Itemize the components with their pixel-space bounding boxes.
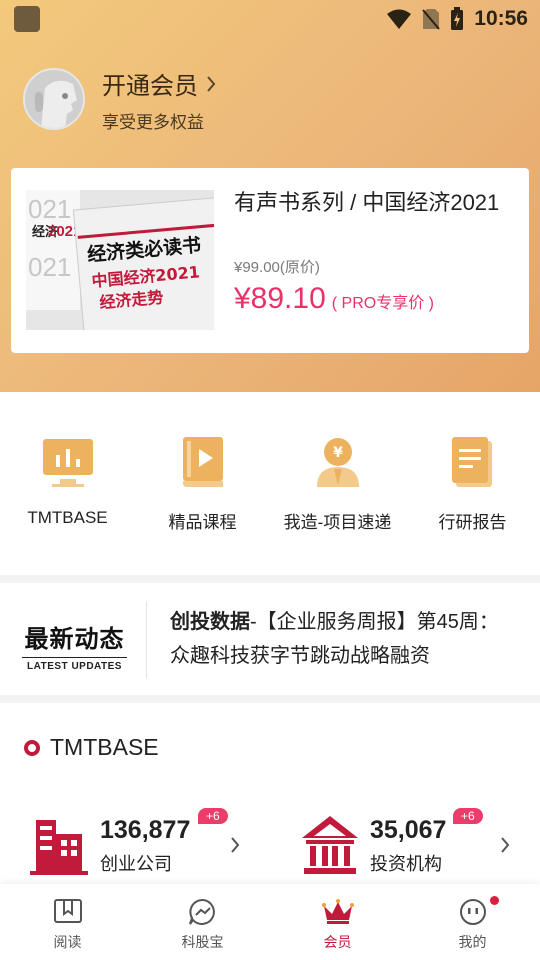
status-time: 10:56 — [474, 7, 528, 30]
section-dot-icon — [24, 739, 40, 756]
avatar[interactable] — [23, 68, 85, 130]
bottom-nav: 阅读 科股宝 会员 我的 — [0, 884, 540, 960]
new-count-badge: +6 — [453, 808, 483, 824]
membership-title: 开通会员 — [102, 73, 198, 100]
status-bar: 10:56 — [0, 0, 540, 38]
smiley-icon — [459, 899, 486, 925]
stat-value: 136,877 — [100, 816, 191, 844]
vertical-divider — [146, 601, 147, 679]
quick-nav-reports[interactable]: 行研报告 — [405, 432, 540, 542]
chevron-right-icon — [501, 837, 510, 853]
pro-price: ¥89.10 — [234, 282, 326, 315]
quick-nav-label: 精品课程 — [168, 513, 237, 532]
quick-nav-projects[interactable]: ¥ 我造-项目速递 — [270, 432, 405, 542]
cover-year-bg: 021 — [28, 194, 71, 224]
book-open-icon — [53, 899, 82, 923]
report-icon — [443, 432, 503, 492]
chevron-right-icon — [207, 75, 216, 92]
new-count-badge: +6 — [198, 808, 228, 824]
tmtbase-title: TMTBASE — [50, 734, 159, 760]
no-sim-icon — [422, 9, 441, 30]
open-membership-link[interactable]: 开通会员 — [102, 66, 216, 101]
section-divider — [0, 575, 540, 583]
tab-label: 科股宝 — [181, 934, 224, 950]
section-divider — [0, 695, 540, 703]
crown-icon — [321, 899, 354, 924]
tab-label: 会员 — [323, 934, 352, 950]
startup-companies-stat[interactable]: 136,877 创业公司 +6 — [30, 808, 260, 878]
original-price: ¥99.00(原价) — [234, 259, 320, 276]
quick-nav: TMTBASE 精品课程 ¥ 我造-项目速递 行研报告 — [0, 432, 540, 542]
latest-updates[interactable]: 最新动态 LATEST UPDATES 创投数据-【企业服务周报】第45周：众趣… — [0, 583, 540, 695]
wifi-icon — [387, 9, 412, 29]
book-cover: 021 021 经济 2021 经济类必读书 中国经济2021 经济走势 — [26, 190, 214, 330]
investment-institutions-stat[interactable]: 35,067 投资机构 +6 — [300, 808, 520, 878]
monitor-chart-icon — [38, 432, 98, 492]
notification-dot — [490, 896, 499, 905]
quick-nav-label: TMTBASE — [27, 508, 108, 527]
tab-kegubao[interactable]: 科股宝 — [135, 884, 270, 960]
product-card[interactable]: 021 021 经济 2021 经济类必读书 中国经济2021 经济走势 有声书… — [11, 168, 529, 353]
quick-nav-tmtbase[interactable]: TMTBASE — [0, 432, 135, 542]
update-source: 创投数据 — [170, 611, 250, 633]
stat-label: 投资机构 — [370, 854, 442, 874]
pro-price-tag: ( PRO专享价 ) — [331, 295, 434, 312]
svg-text:¥: ¥ — [333, 445, 343, 461]
battery-charging-icon — [451, 7, 464, 30]
tab-membership[interactable]: 会员 — [270, 884, 405, 960]
update-headline: 创投数据-【企业服务周报】第45周：众趣科技获字节跳动战略融资 — [170, 605, 515, 673]
chart-chat-icon — [188, 898, 215, 925]
quick-nav-courses[interactable]: 精品课程 — [135, 432, 270, 542]
app-notification-icon — [14, 6, 40, 32]
quick-nav-label: 行研报告 — [438, 513, 507, 532]
bank-icon — [302, 816, 358, 874]
quick-nav-label: 我造-项目速递 — [283, 513, 392, 532]
tab-label: 阅读 — [53, 934, 82, 950]
latest-updates-logo: 最新动态 LATEST UPDATES — [22, 619, 127, 672]
svg-text:021: 021 — [28, 252, 71, 282]
tab-label: 我的 — [458, 934, 487, 950]
stat-label: 创业公司 — [100, 854, 172, 874]
stat-value: 35,067 — [370, 816, 447, 844]
price-row: ¥89.10 ( PRO专享价 ) — [234, 282, 434, 316]
tmtbase-header: TMTBASE — [24, 734, 159, 761]
video-book-icon — [173, 432, 233, 492]
investor-icon: ¥ — [308, 432, 368, 492]
latest-updates-title: 最新动态 — [24, 626, 125, 653]
latest-updates-subtitle: LATEST UPDATES — [27, 661, 122, 672]
tab-profile[interactable]: 我的 — [405, 884, 540, 960]
tab-reading[interactable]: 阅读 — [0, 884, 135, 960]
chevron-right-icon — [231, 837, 240, 853]
membership-subtitle: 享受更多权益 — [102, 113, 204, 132]
product-title: 有声书系列 / 中国经济2021 — [234, 190, 500, 215]
building-icon — [30, 820, 88, 875]
